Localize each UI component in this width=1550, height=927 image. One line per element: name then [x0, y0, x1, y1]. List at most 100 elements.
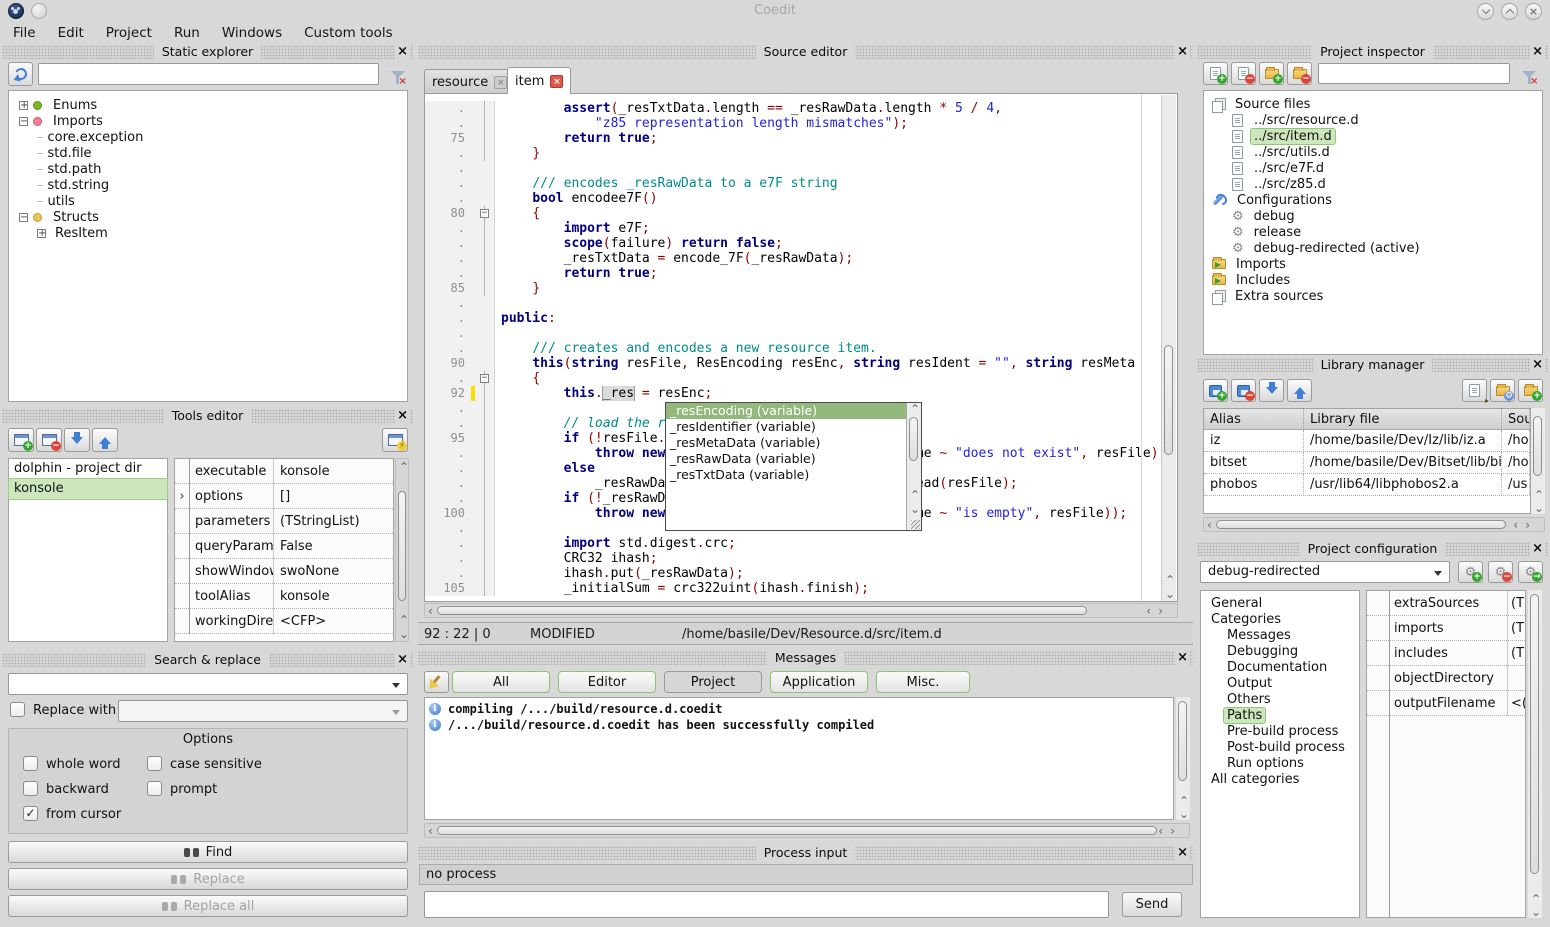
minimize-button[interactable]: [1477, 3, 1494, 20]
menu-project[interactable]: Project: [97, 25, 165, 41]
remove-configuration-button[interactable]: ⚙−: [1488, 561, 1513, 583]
remove-folder-button[interactable]: −: [1287, 62, 1312, 85]
scrollbar-thumb[interactable]: [1164, 345, 1173, 455]
category-item[interactable]: All categories: [1201, 771, 1359, 787]
move-tool-down-button[interactable]: [64, 428, 90, 452]
edit-library-button[interactable]: [1462, 379, 1487, 402]
scrollbar-thumb[interactable]: [437, 826, 1157, 835]
code-line[interactable]: . assert(_resTxtData.length == _resRawDa…: [425, 101, 1177, 116]
code-line[interactable]: . import e7F;: [425, 221, 1177, 236]
add-library-button[interactable]: +: [1203, 379, 1228, 402]
code-line[interactable]: . _resTxtData = encode_7F(_resRawData);: [425, 251, 1177, 266]
clone-configuration-button[interactable]: ⚙→: [1518, 561, 1543, 583]
inspector-filter-button[interactable]: ×: [1516, 64, 1542, 84]
remove-library-button[interactable]: −: [1231, 379, 1256, 402]
option-checkbox-case-sensitive[interactable]: [147, 756, 162, 771]
option-checkbox-prompt[interactable]: [147, 781, 162, 796]
close-panel-icon[interactable]: ×: [395, 408, 410, 423]
fold-collapse-icon[interactable]: −: [480, 374, 489, 383]
completion-item[interactable]: _resTxtData (variable): [666, 467, 906, 483]
property-row[interactable]: showWindowswoNone: [175, 559, 393, 584]
scroll-down-icon[interactable]: ⌄: [1165, 589, 1175, 599]
option-checkbox-whole-word[interactable]: [23, 756, 38, 771]
scroll-down-icon[interactable]: ⌄: [399, 629, 409, 639]
tree-item[interactable]: +Enums: [9, 97, 407, 113]
add-source-button[interactable]: +: [1203, 62, 1228, 85]
option-checkbox-from-cursor[interactable]: ✓: [23, 806, 38, 821]
close-panel-icon[interactable]: ×: [1530, 541, 1545, 556]
remove-tool-button[interactable]: −: [36, 428, 62, 452]
category-item[interactable]: Pre-build process: [1201, 723, 1359, 739]
completion-item[interactable]: _resEncoding (variable): [666, 403, 906, 419]
code-line[interactable]: .public:: [425, 311, 1177, 326]
menu-windows[interactable]: Windows: [213, 25, 295, 41]
code-line[interactable]: .: [425, 326, 1177, 341]
tab-resource[interactable]: resource ×: [424, 69, 515, 94]
property-row[interactable]: executablekonsole: [175, 459, 393, 484]
messages-vscrollbar[interactable]: ⌃ ⌄: [1176, 697, 1190, 820]
scrollbar-thumb[interactable]: [1533, 416, 1542, 476]
expand-icon[interactable]: +: [19, 101, 28, 110]
close-panel-icon[interactable]: ×: [395, 652, 410, 667]
column-header-alias[interactable]: Alias: [1204, 409, 1304, 430]
tree-item[interactable]: +ResItem: [9, 225, 407, 241]
tree-item[interactable]: – utils: [9, 193, 407, 209]
scroll-up-icon[interactable]: ⌃: [1165, 575, 1175, 585]
config-property-row[interactable]: extraSources(T: [1367, 591, 1525, 616]
library-row[interactable]: iz/home/basile/Dev/Iz/lib/iz.a/ho: [1204, 430, 1530, 452]
scrollbar-thumb[interactable]: [1178, 701, 1187, 781]
property-value[interactable]: <CFP>: [274, 609, 393, 634]
code-line[interactable]: . /// creates and encodes a new resource…: [425, 341, 1177, 356]
inspector-item[interactable]: Source files: [1204, 96, 1542, 112]
library-hscrollbar[interactable]: ‹ ‹ ›: [1203, 517, 1545, 532]
editor-vscrollbar[interactable]: ⌃ ⌄: [1161, 95, 1176, 601]
completion-item[interactable]: _resMetaData (variable): [666, 435, 906, 451]
property-row[interactable]: parameters(TStringList): [175, 509, 393, 534]
category-item[interactable]: Others: [1201, 691, 1359, 707]
move-library-down-button[interactable]: [1259, 379, 1284, 402]
message-row[interactable]: icompiling /.../build/resource.d.coedit: [425, 701, 1173, 717]
property-row[interactable]: queryParameFalse: [175, 534, 393, 559]
inspector-item[interactable]: Extra sources: [1204, 288, 1542, 304]
search-term-combobox[interactable]: [8, 673, 408, 695]
property-row[interactable]: ›options[]: [175, 484, 393, 509]
explorer-search-input[interactable]: [38, 63, 379, 85]
property-value[interactable]: <(: [1508, 691, 1525, 716]
close-panel-icon[interactable]: ×: [1175, 845, 1190, 860]
library-vscrollbar[interactable]: ⌃ ⌄: [1531, 408, 1545, 514]
property-value[interactable]: (T: [1508, 641, 1525, 666]
filter-button-misc[interactable]: Misc.: [876, 671, 970, 693]
filter-button-project[interactable]: Project: [664, 671, 762, 693]
scroll-up-icon[interactable]: ⌃: [910, 404, 920, 414]
add-configuration-button[interactable]: ⚙+: [1458, 561, 1483, 583]
scrollbar-thumb[interactable]: [398, 491, 406, 601]
inspector-item[interactable]: Configurations: [1204, 192, 1542, 208]
code-line[interactable]: . }: [425, 146, 1177, 161]
option-checkbox-backward[interactable]: [23, 781, 38, 796]
property-value[interactable]: (T: [1508, 591, 1525, 616]
config-property-row[interactable]: imports(T: [1367, 616, 1525, 641]
close-panel-icon[interactable]: ×: [1530, 44, 1545, 59]
property-value[interactable]: (TStringList): [274, 509, 393, 534]
refresh-button[interactable]: [8, 62, 33, 86]
tab-close-icon[interactable]: ×: [550, 75, 563, 88]
completion-item[interactable]: _resIdentifier (variable): [666, 419, 906, 435]
scroll-up-icon[interactable]: ⌃: [910, 490, 920, 500]
code-line[interactable]: .− {: [425, 371, 1177, 386]
scrollbar-thumb[interactable]: [1216, 520, 1506, 529]
code-line[interactable]: . import std.digest.crc;: [425, 536, 1177, 551]
editor-hscrollbar[interactable]: ‹ ‹ ›: [424, 603, 1178, 618]
configuration-select[interactable]: debug-redirected: [1200, 561, 1450, 583]
inspector-item[interactable]: ../src/utils.d: [1204, 144, 1542, 160]
property-value[interactable]: konsole: [274, 584, 393, 609]
scrollbar-thumb[interactable]: [1530, 594, 1539, 874]
property-value[interactable]: False: [274, 534, 393, 559]
tab-close-icon[interactable]: ×: [494, 76, 507, 89]
inspector-filter-input[interactable]: [1318, 63, 1510, 84]
filter-clear-button[interactable]: ×: [385, 64, 410, 85]
scroll-left-icon[interactable]: ‹: [1158, 826, 1163, 836]
property-row[interactable]: workingDire<CFP>: [175, 609, 393, 634]
add-folder-button[interactable]: +: [1259, 62, 1284, 85]
filter-button-all[interactable]: All: [452, 671, 550, 693]
scroll-up-icon[interactable]: ⌃: [399, 462, 409, 472]
